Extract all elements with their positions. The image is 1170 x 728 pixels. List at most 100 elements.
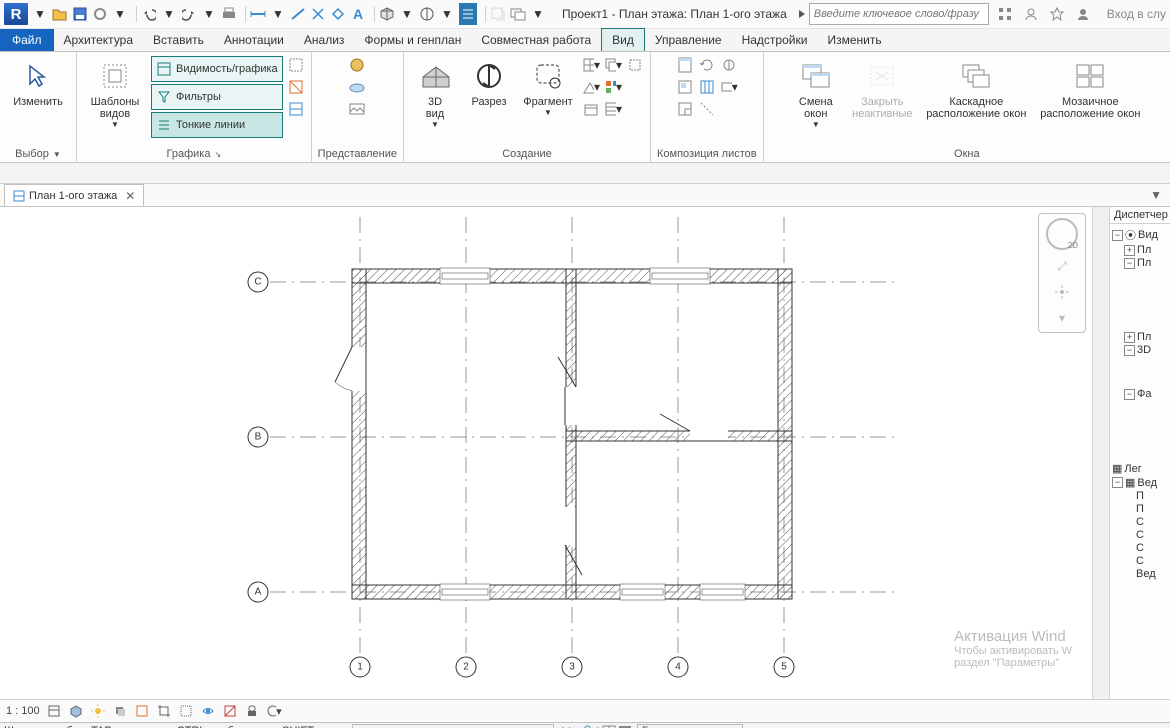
default3d-dropdown-icon[interactable]: ▼ xyxy=(399,4,415,24)
tree-item[interactable]: −3D xyxy=(1124,344,1168,356)
section-qat-icon[interactable] xyxy=(419,4,435,24)
tab-modify[interactable]: Изменить xyxy=(817,29,891,51)
tree-item[interactable]: −Пл xyxy=(1124,257,1168,269)
tab-analyze[interactable]: Анализ xyxy=(294,29,355,51)
vertical-scrollbar[interactable] xyxy=(1092,207,1109,699)
elev-view-icon[interactable]: ▾ xyxy=(582,78,600,96)
user-icon[interactable] xyxy=(1075,4,1091,24)
schedule-icon[interactable]: ▾ xyxy=(604,100,622,118)
status-extend-icon[interactable]: ⇲ xyxy=(558,724,574,728)
callout-button[interactable]: Фрагмент ▼ xyxy=(518,56,578,117)
drawing-canvas[interactable]: 1 2 3 4 5 C B A xyxy=(0,207,1092,699)
filters-button[interactable]: Фильтры xyxy=(151,84,283,110)
save-icon[interactable] xyxy=(72,4,88,24)
view-tab-options-icon[interactable]: ▼ xyxy=(1150,188,1170,202)
plan-view-icon[interactable]: ▾ xyxy=(582,56,600,74)
tree-item[interactable]: +Пл xyxy=(1124,331,1168,343)
remove-hidden-icon[interactable] xyxy=(287,78,305,96)
revision-icon[interactable] xyxy=(698,56,716,74)
tree-item[interactable]: С xyxy=(1136,555,1168,567)
tree-item[interactable]: П xyxy=(1136,503,1168,515)
nav-wheel-icon[interactable]: 2D xyxy=(1046,218,1078,250)
crop-icon[interactable] xyxy=(156,703,172,719)
detail-level-icon[interactable] xyxy=(46,703,62,719)
text-icon[interactable]: A xyxy=(350,4,366,24)
tab-manage[interactable]: Управление xyxy=(645,29,732,51)
scope-box-icon[interactable] xyxy=(626,56,644,74)
tile-button[interactable]: Мозаичное расположение окон xyxy=(1035,56,1145,120)
search-box[interactable] xyxy=(799,3,989,25)
worksets-icon[interactable]: ▾ xyxy=(266,703,282,719)
matchline-icon[interactable] xyxy=(698,100,716,118)
tab-view[interactable]: Вид xyxy=(601,28,645,51)
cut-profile-icon[interactable] xyxy=(287,100,305,118)
render-cloud-icon[interactable] xyxy=(348,78,366,96)
tree-item[interactable]: −⦿Вид xyxy=(1112,227,1168,243)
tag-icon[interactable] xyxy=(330,4,346,24)
project-browser[interactable]: Диспетчер −⦿Вид +Пл −Пл +Пл −3D −Фа ▦Лег… xyxy=(1109,207,1170,699)
switch-win-qat-icon[interactable] xyxy=(510,4,526,24)
search-input[interactable] xyxy=(809,3,989,25)
tab-architecture[interactable]: Архитектура xyxy=(54,29,144,51)
view-place-icon[interactable] xyxy=(676,78,694,96)
tree-item[interactable]: П xyxy=(1136,490,1168,502)
tab-annotations[interactable]: Аннотации xyxy=(214,29,294,51)
measure-dropdown-icon[interactable]: ▼ xyxy=(270,4,286,24)
measure-icon[interactable] xyxy=(250,4,266,24)
nav-zoom-icon[interactable]: ⤢ xyxy=(1052,256,1072,276)
view-ref-icon[interactable] xyxy=(720,56,738,74)
tree-item[interactable]: ▦Лег xyxy=(1112,462,1168,475)
visual-style-icon[interactable] xyxy=(68,703,84,719)
qat-dropdown-icon[interactable]: ▼ xyxy=(32,4,48,24)
switch-windows-button[interactable]: Смена окон ▼ xyxy=(788,56,843,129)
tree-item[interactable]: С xyxy=(1136,529,1168,541)
3d-view-button[interactable]: 3D вид ▼ xyxy=(410,56,460,129)
tab-collaborate[interactable]: Совместная работа xyxy=(471,29,601,51)
modify-button[interactable]: Изменить xyxy=(6,56,70,108)
default3d-icon[interactable] xyxy=(379,4,395,24)
tree-item[interactable]: С xyxy=(1136,516,1168,528)
open-icon[interactable] xyxy=(52,4,68,24)
show-hidden-icon[interactable] xyxy=(287,56,305,74)
draft-view-icon[interactable] xyxy=(582,100,600,118)
section-button[interactable]: Разрез xyxy=(464,56,514,108)
visibility-graphics-button[interactable]: Видимость/графика xyxy=(151,56,283,82)
thinlines-qat-icon[interactable] xyxy=(459,3,477,25)
thin-lines-button[interactable]: Тонкие линии xyxy=(151,112,283,138)
tree-item[interactable]: −Фа xyxy=(1124,388,1168,400)
hide-icon[interactable] xyxy=(200,703,216,719)
nav-wheel[interactable]: 2D ⤢ ▾ xyxy=(1038,213,1086,333)
print-icon[interactable] xyxy=(221,4,237,24)
sun-path-icon[interactable] xyxy=(90,703,106,719)
tab-massing[interactable]: Формы и генплан xyxy=(354,29,471,51)
sync-icon[interactable] xyxy=(92,4,108,24)
switch-win-qat-dropdown-icon[interactable]: ▼ xyxy=(530,4,546,24)
view-templates-button[interactable]: Шаблоны видов ▼ xyxy=(83,56,147,129)
signin-text[interactable]: Вход в слу xyxy=(1107,7,1166,21)
viewport-icon[interactable]: ▾ xyxy=(720,78,738,96)
tab-addins[interactable]: Надстройки xyxy=(732,29,818,51)
redo-icon[interactable] xyxy=(181,4,197,24)
favorite-icon[interactable] xyxy=(1049,4,1065,24)
status-model-icon[interactable] xyxy=(617,724,633,728)
render-gallery-icon[interactable] xyxy=(348,100,366,118)
status-split-icon[interactable] xyxy=(601,724,617,728)
tree-item[interactable]: −▦Вед xyxy=(1112,476,1168,489)
title-block-icon[interactable] xyxy=(676,100,694,118)
tab-insert[interactable]: Вставить xyxy=(143,29,214,51)
undo-dropdown-icon[interactable]: ▼ xyxy=(161,4,177,24)
sheet-icon[interactable] xyxy=(676,56,694,74)
status-workset-box[interactable]: Главная модель xyxy=(637,724,743,728)
nav-pan-icon[interactable] xyxy=(1052,282,1072,302)
scale-label[interactable]: 1 : 100 xyxy=(6,705,40,717)
view-tab[interactable]: План 1-ого этажа ✕ xyxy=(4,184,144,206)
spot-icon[interactable] xyxy=(310,4,326,24)
sync-dropdown-icon[interactable]: ▼ xyxy=(112,4,128,24)
guide-grid-icon[interactable] xyxy=(698,78,716,96)
section-qat-dropdown-icon[interactable]: ▼ xyxy=(439,4,455,24)
render-vcb-icon[interactable] xyxy=(134,703,150,719)
undo-icon[interactable] xyxy=(141,4,157,24)
nav-collapse-icon[interactable]: ▾ xyxy=(1052,308,1072,328)
constraints-icon[interactable] xyxy=(244,703,260,719)
redo-dropdown-icon[interactable]: ▼ xyxy=(201,4,217,24)
